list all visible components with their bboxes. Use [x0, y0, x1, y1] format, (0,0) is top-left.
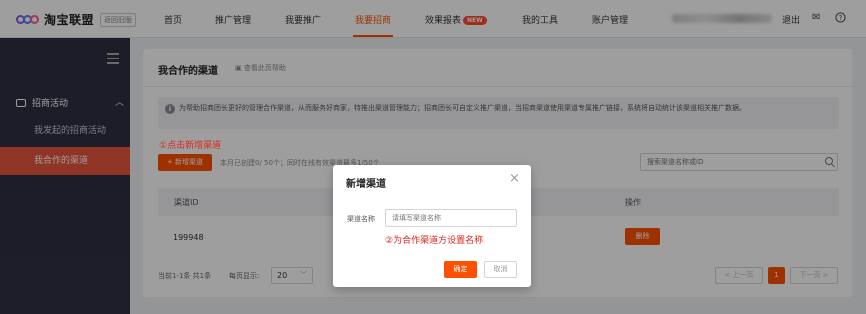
channel-name-label: 渠道名称 [347, 215, 375, 223]
channel-name-input[interactable] [385, 209, 517, 227]
annotation-step-2: ②为合作渠道方设置名称 [385, 236, 484, 246]
close-icon[interactable]: × [509, 171, 520, 186]
add-channel-dialog: 新增渠道 × 渠道名称 ②为合作渠道方设置名称 确定 取消 [333, 165, 531, 287]
dialog-title: 新增渠道 [346, 179, 386, 190]
cancel-button[interactable]: 取消 [484, 261, 517, 278]
confirm-button[interactable]: 确定 [444, 261, 477, 278]
annotation-step-1-overlay: ①点击新增渠道 [159, 141, 222, 151]
